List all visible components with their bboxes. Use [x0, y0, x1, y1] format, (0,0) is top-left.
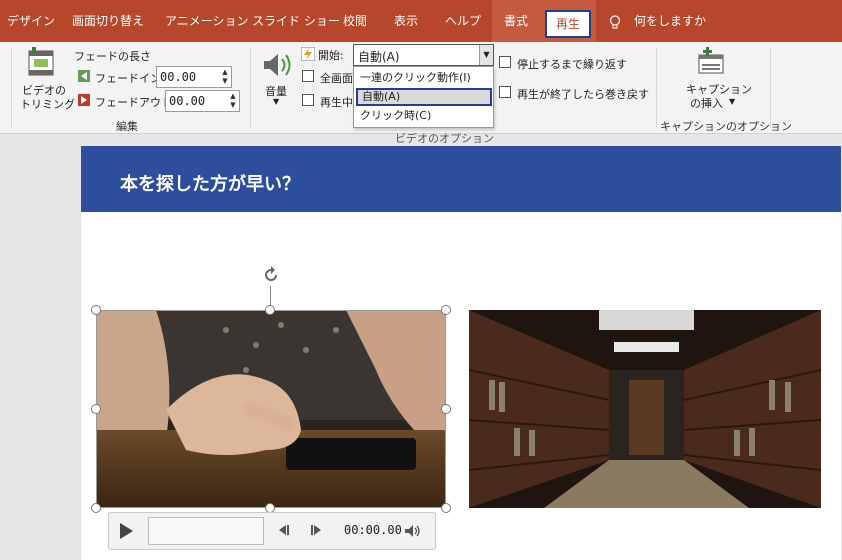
- resize-handle[interactable]: [91, 305, 101, 315]
- resize-handle[interactable]: [441, 404, 451, 414]
- rewind-checkbox[interactable]: [499, 86, 511, 98]
- tab-slideshow[interactable]: スライド ショー: [252, 0, 340, 42]
- fade-out-value: 00.00: [169, 94, 206, 108]
- separator: [770, 48, 771, 128]
- tab-animations[interactable]: アニメーション: [165, 0, 249, 42]
- resize-handle[interactable]: [441, 305, 451, 315]
- fade-out-label: フェードアウト:: [95, 96, 176, 109]
- video-library[interactable]: [469, 310, 821, 508]
- tab-review[interactable]: 校閲: [343, 0, 367, 42]
- resize-handle[interactable]: [441, 503, 451, 513]
- play-icon[interactable]: [118, 522, 134, 540]
- start-lightning-icon: [301, 47, 315, 61]
- loop-checkbox[interactable]: [499, 56, 511, 68]
- tab-format[interactable]: 書式: [504, 0, 528, 42]
- loop-label: 停止するまで繰り返す: [517, 58, 627, 71]
- hide-label: 再生中: [320, 96, 353, 109]
- rewind-label: 再生が終了したら巻き戻す: [517, 88, 649, 101]
- dropdown-arrow-icon[interactable]: ▼: [479, 45, 493, 65]
- separator: [11, 48, 12, 128]
- fullscreen-checkbox[interactable]: [302, 70, 314, 82]
- speaker-icon[interactable]: [404, 524, 422, 538]
- volume-icon[interactable]: [262, 50, 294, 80]
- video-options-group-label: ビデオのオプション: [395, 132, 494, 145]
- progress-track[interactable]: [148, 517, 264, 545]
- step-back-icon[interactable]: [276, 524, 290, 536]
- down-arrow-icon[interactable]: ▼: [228, 101, 238, 110]
- fullscreen-label: 全画面: [320, 72, 353, 85]
- resize-handle[interactable]: [91, 404, 101, 414]
- fade-in-icon: [78, 70, 90, 82]
- fade-in-stepper[interactable]: 00.00 ▲ ▼: [156, 66, 232, 88]
- tab-design[interactable]: デザイン: [7, 0, 55, 42]
- start-dropdown-list: 一連のクリック動作(I) 自動(A) クリック時(C): [353, 66, 494, 128]
- video-selection-frame: [96, 310, 446, 508]
- resize-handle[interactable]: [91, 503, 101, 513]
- chevron-down-icon[interactable]: ▼: [729, 97, 735, 106]
- separator: [656, 48, 657, 128]
- resize-handle[interactable]: [265, 305, 275, 315]
- fade-in-label: フェードイン:: [95, 72, 165, 85]
- start-select[interactable]: 自動(A) ▼: [353, 44, 494, 66]
- trim-label-2: トリミング: [20, 98, 75, 111]
- start-select-value: 自動(A): [358, 50, 400, 64]
- slide-title[interactable]: 本を探した方が早い？: [120, 170, 300, 196]
- up-arrow-icon[interactable]: ▲: [228, 92, 238, 101]
- lightbulb-icon[interactable]: [608, 15, 622, 29]
- fade-title: フェードの長さ: [74, 50, 151, 63]
- fade-in-value: 00.00: [160, 70, 197, 84]
- tab-playback[interactable]: 再生: [545, 10, 591, 38]
- caption-group-label: キャプションのオプション: [660, 120, 792, 133]
- up-arrow-icon[interactable]: ▲: [220, 68, 230, 77]
- separator: [250, 48, 251, 128]
- option-click-sequence[interactable]: 一連のクリック動作(I): [356, 69, 492, 87]
- trim-video-icon[interactable]: [26, 47, 56, 79]
- rotate-icon[interactable]: [262, 266, 280, 284]
- down-arrow-icon[interactable]: ▼: [220, 77, 230, 86]
- hide-checkbox[interactable]: [302, 94, 314, 106]
- tab-transitions[interactable]: 画面切り替え: [72, 0, 144, 42]
- insert-caption-icon[interactable]: [697, 47, 725, 75]
- chevron-down-icon[interactable]: ▼: [273, 97, 279, 106]
- tab-view[interactable]: 表示: [394, 0, 418, 42]
- fade-out-stepper[interactable]: 00.00 ▲ ▼: [165, 90, 240, 112]
- tell-me-search[interactable]: 何をしますか: [634, 0, 706, 42]
- option-on-click[interactable]: クリック時(C): [356, 107, 492, 125]
- step-forward-icon[interactable]: [310, 524, 324, 536]
- time-display: 00:00.00: [344, 523, 402, 537]
- fade-out-icon: [78, 94, 90, 106]
- edit-group-label: 編集: [116, 120, 138, 133]
- caption-label-2[interactable]: の挿入: [690, 95, 723, 111]
- tab-help[interactable]: ヘルプ: [445, 0, 481, 42]
- start-label: 開始:: [318, 49, 344, 62]
- option-automatic[interactable]: 自動(A): [356, 88, 492, 106]
